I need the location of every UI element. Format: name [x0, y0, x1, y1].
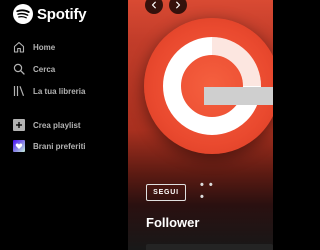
more-options-button[interactable]: • • •: [200, 179, 220, 203]
sidebar-item-library[interactable]: La tua libreria: [13, 84, 85, 98]
main-content: SEGUI • • • Follower: [128, 0, 273, 250]
plus-icon: [13, 119, 25, 131]
brand-name: Spotify: [37, 5, 87, 23]
sidebar-item-search[interactable]: Cerca: [13, 62, 55, 76]
chevron-right-icon: [176, 1, 181, 9]
liked-songs-label: Brani preferiti: [33, 141, 86, 151]
sidebar-item-label: Cerca: [33, 64, 56, 74]
create-playlist-button[interactable]: Crea playlist: [13, 118, 81, 132]
sidebar-item-label: La tua libreria: [33, 86, 86, 96]
artwork-logo-graphic: [163, 37, 261, 135]
follow-button[interactable]: SEGUI: [146, 184, 186, 201]
card-row-preview: [146, 244, 273, 250]
search-icon: [13, 63, 25, 75]
spotify-logo[interactable]: Spotify: [13, 4, 87, 24]
sidebar: Spotify Home Cerca La tua libreria Crea …: [0, 0, 128, 250]
sidebar-item-home[interactable]: Home: [13, 40, 55, 54]
forward-button[interactable]: [169, 0, 187, 14]
liked-songs-button[interactable]: Brani preferiti: [13, 139, 85, 153]
sidebar-item-label: Home: [33, 42, 56, 52]
create-playlist-label: Crea playlist: [33, 120, 81, 130]
chevron-left-icon: [151, 1, 156, 9]
spotify-icon: [13, 4, 33, 24]
heart-icon: [13, 140, 25, 152]
top-bar: [128, 0, 273, 18]
back-button[interactable]: [145, 0, 163, 14]
artwork-bar: [204, 87, 273, 105]
home-icon: [13, 41, 25, 53]
library-icon: [13, 85, 25, 97]
section-title: Follower: [146, 215, 200, 230]
